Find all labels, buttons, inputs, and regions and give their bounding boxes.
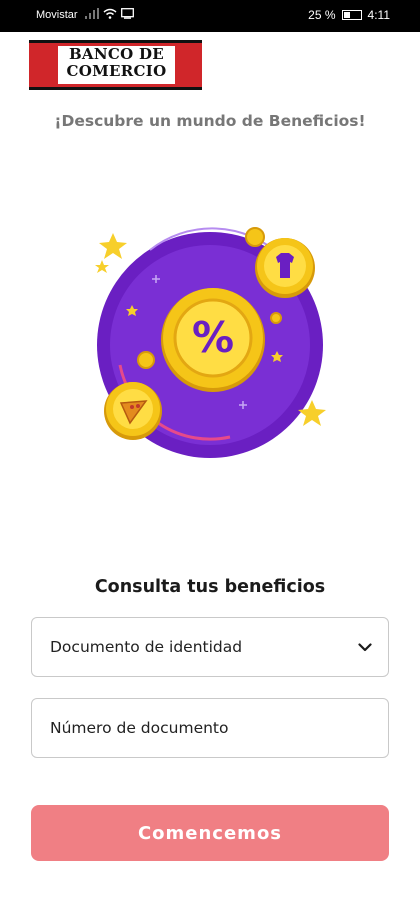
- carrier-name: Movistar: [36, 9, 78, 21]
- clock: 4:11: [367, 8, 390, 22]
- wifi-icon: [103, 8, 117, 19]
- logo-line-1: BANCO DE: [68, 45, 165, 63]
- bank-logo: BANCO DE COMERCIO: [29, 40, 202, 90]
- status-right: 25 % 4:11: [308, 8, 390, 22]
- form-title: Consulta tus beneficios: [94, 577, 326, 597]
- signal-icon: [85, 8, 99, 19]
- logo-line-2: COMERCIO: [66, 62, 167, 80]
- tagline: ¡Descubre un mundo de Beneficios!: [54, 112, 366, 130]
- chevron-down-icon: [358, 642, 372, 651]
- screen-cast-icon: [121, 8, 134, 19]
- battery-icon: [341, 10, 362, 20]
- document-number-field[interactable]: [31, 698, 389, 758]
- document-number-input[interactable]: [50, 719, 372, 737]
- shirt-coin-icon: [255, 238, 315, 298]
- status-bar: Movistar 25 % 4:11: [0, 0, 420, 32]
- benefits-illustration: %: [80, 215, 340, 475]
- signal-wifi-icons: [85, 8, 134, 19]
- battery-percent: 25 %: [308, 8, 336, 22]
- pizza-coin-icon: [104, 382, 162, 440]
- percent-coin-icon: %: [161, 288, 265, 392]
- document-type-value: Documento de identidad: [50, 638, 243, 656]
- percent-symbol: %: [192, 313, 234, 362]
- submit-button[interactable]: Comencemos: [31, 805, 389, 861]
- document-type-select[interactable]: Documento de identidad: [31, 617, 389, 677]
